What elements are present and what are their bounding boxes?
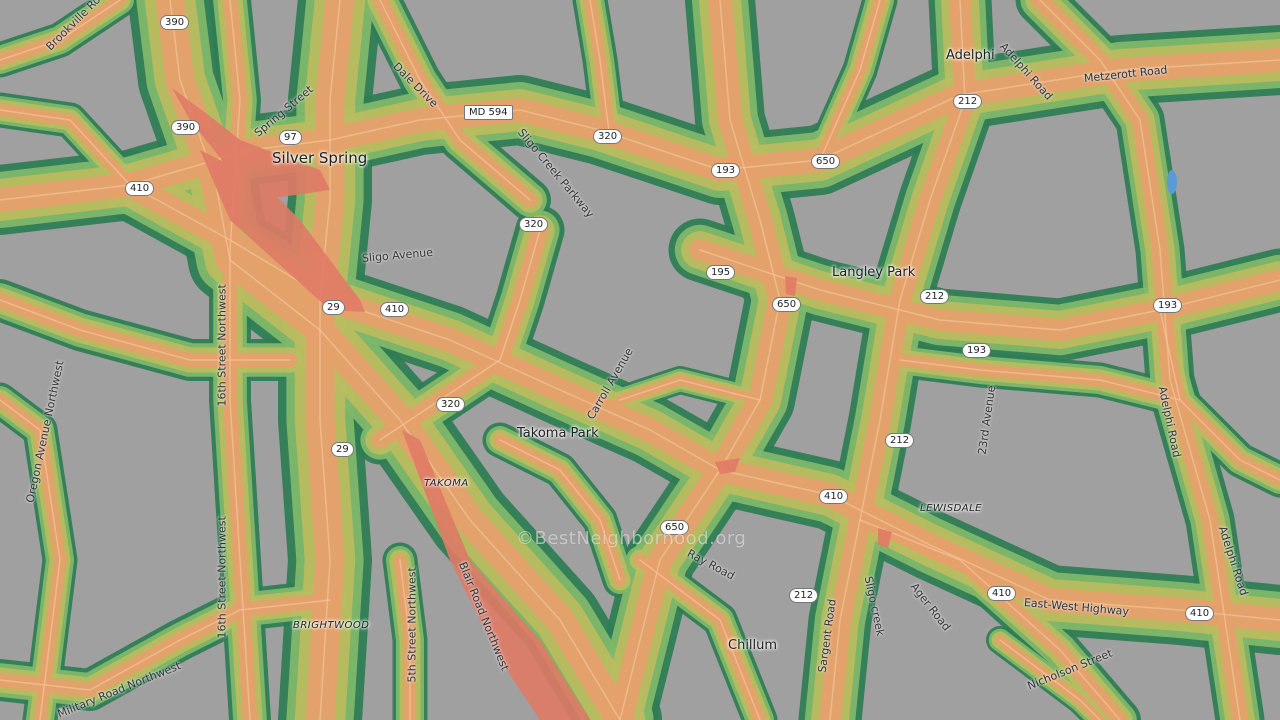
water-features xyxy=(1167,170,1177,194)
street-5th: 5th Street Northwest xyxy=(405,567,419,683)
route-shield: 212 xyxy=(789,588,819,603)
street-16th-2: 16th Street Northwest xyxy=(215,516,229,639)
place-langley-park: Langley Park xyxy=(832,265,916,280)
route-shield: 390 xyxy=(171,120,201,135)
route-shield: 29 xyxy=(331,442,354,457)
route-shield: 320 xyxy=(593,129,623,144)
place-lewisdale: LEWISDALE xyxy=(920,503,983,514)
route-shield: 410 xyxy=(819,489,849,504)
route-shield: 650 xyxy=(811,154,841,169)
route-shield: 212 xyxy=(953,94,983,109)
route-shield: 195 xyxy=(706,265,736,280)
place-adelphi: Adelphi xyxy=(946,48,995,63)
street-16th-1: 16th Street Northwest xyxy=(215,284,229,407)
route-shield: 212 xyxy=(920,289,950,304)
route-shield: 29 xyxy=(322,300,345,315)
red-zone-small-3 xyxy=(785,276,797,296)
route-shield: 410 xyxy=(380,302,410,317)
place-brightwood: BRIGHTWOOD xyxy=(293,620,370,631)
route-shield: 410 xyxy=(125,181,155,196)
route-shield: 193 xyxy=(962,343,992,358)
place-takoma: TAKOMA xyxy=(424,478,469,489)
route-shield: 320 xyxy=(519,217,549,232)
route-shield: 193 xyxy=(1153,298,1183,313)
route-shield: 320 xyxy=(436,397,466,412)
route-shield: 97 xyxy=(279,130,302,145)
route-shield: 390 xyxy=(160,15,190,30)
watermark: ©BestNeighborhood.org xyxy=(516,528,747,549)
place-chillum: Chillum xyxy=(728,638,778,653)
route-shield: 193 xyxy=(711,163,741,178)
route-shield: 650 xyxy=(772,297,802,312)
route-shield: 410 xyxy=(1185,606,1215,621)
route-shield: 212 xyxy=(885,433,915,448)
place-takoma-park: Takoma Park xyxy=(517,426,599,441)
route-shield: MD 594 xyxy=(464,105,513,120)
route-shield: 410 xyxy=(987,586,1017,601)
noise-map[interactable]: Silver Spring Adelphi Langley Park Takom… xyxy=(0,0,1280,720)
place-silver-spring: Silver Spring xyxy=(272,149,368,167)
